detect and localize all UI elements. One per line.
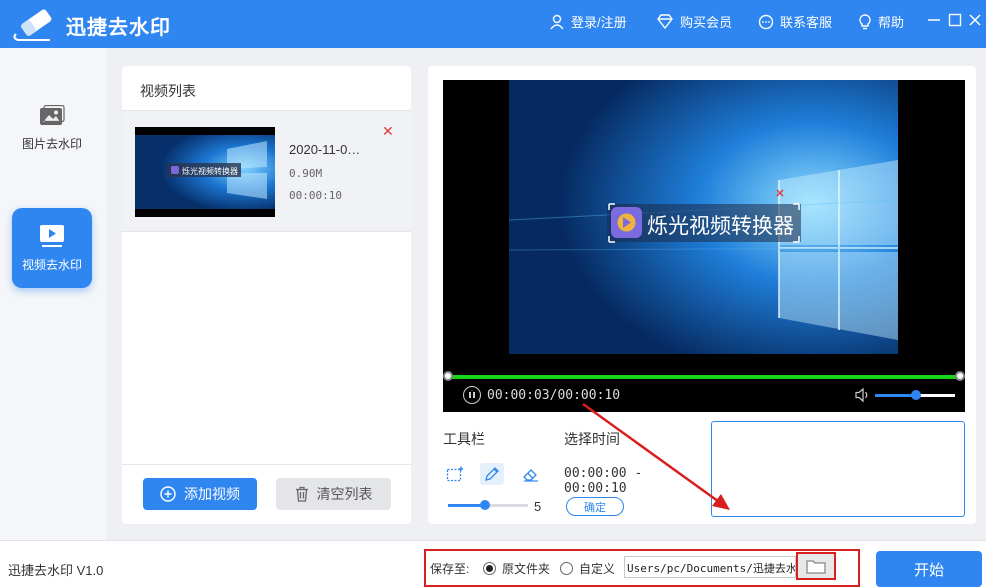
minimize-icon[interactable] xyxy=(926,12,942,28)
user-icon xyxy=(550,14,564,29)
divider xyxy=(122,464,411,465)
progress-start-handle[interactable] xyxy=(443,371,453,381)
video-thumbnail: 烁光视频转换器 xyxy=(135,127,275,217)
eraser-tool[interactable] xyxy=(519,463,543,485)
clear-list-label: 清空列表 xyxy=(316,486,373,502)
eraser-icon xyxy=(523,469,538,482)
video-size: 0.90M xyxy=(289,167,323,180)
select-time-label: 选择时间 xyxy=(564,431,620,447)
login-button[interactable]: 登录/注册 xyxy=(549,12,627,31)
brush-size-value: 5 xyxy=(534,499,542,514)
sidebar-item-video-watermark[interactable]: 视频去水印 xyxy=(12,208,92,288)
title-bar: 迅捷去水印 登录/注册 购买会员 联系客服 帮助 xyxy=(0,0,986,48)
sidebar-item-label: 视频去水印 xyxy=(21,257,82,272)
buy-vip-label: 购买会员 xyxy=(680,15,733,30)
radio-label: 原文件夹 xyxy=(502,562,551,576)
volume-handle[interactable] xyxy=(911,390,921,400)
preview-panel: 烁光视频转换器 00:00:03/00:00:10 工具栏 选择时间 5 00:… xyxy=(428,66,976,524)
sidebar: 图片去水印 视频去水印 xyxy=(0,48,106,540)
video-list-title: 视频列表 xyxy=(140,83,196,99)
thumbnail-watermark-text: 烁光视频转换器 xyxy=(182,167,238,176)
confirm-button[interactable]: 确定 xyxy=(566,497,624,516)
folder-icon xyxy=(806,560,826,574)
bottom-bar: 迅捷去水印 V1.0 保存至: 原文件夹 自定义 Users/pc/Docume… xyxy=(0,540,986,588)
login-label: 登录/注册 xyxy=(571,15,627,30)
save-to-label: 保存至: xyxy=(430,562,470,576)
app-title: 迅捷去水印 xyxy=(66,17,171,39)
sidebar-item-label: 图片去水印 xyxy=(21,136,82,151)
add-video-label: 添加视频 xyxy=(184,486,240,502)
time-range[interactable]: 00:00:00 - 00:00:10 xyxy=(564,466,704,496)
help-button[interactable]: 帮助 xyxy=(858,12,904,31)
add-video-button[interactable]: 添加视频 xyxy=(143,478,257,510)
help-label: 帮助 xyxy=(878,15,905,30)
chat-icon xyxy=(758,14,774,29)
delete-item-icon[interactable]: ✕ xyxy=(382,123,394,140)
radio-custom-folder[interactable]: 自定义 xyxy=(560,560,615,577)
pencil-icon xyxy=(485,467,499,481)
close-icon[interactable] xyxy=(967,12,983,28)
eraser-logo-icon xyxy=(13,9,52,41)
plus-circle-icon xyxy=(160,486,176,502)
version-text: 迅捷去水印 V1.0 xyxy=(8,563,104,578)
toolbar-label: 工具栏 xyxy=(443,431,485,447)
sidebar-item-image-watermark[interactable]: 图片去水印 xyxy=(12,88,92,168)
start-button[interactable]: 开始 xyxy=(876,551,982,587)
video-duration: 00:00:10 xyxy=(289,189,342,202)
brush-size-fill xyxy=(448,504,484,507)
video-player: 烁光视频转换器 00:00:03/00:00:10 xyxy=(443,80,965,412)
save-path-input[interactable]: Users/pc/Documents/迅捷去水印 xyxy=(624,556,796,578)
video-list-panel: 视频列表 烁光视频转换器 2020-11-0… 0.90M 00:00:10 ✕… xyxy=(122,66,411,524)
volume-fill xyxy=(875,394,915,397)
support-button[interactable]: 联系客服 xyxy=(758,12,832,31)
buy-vip-button[interactable]: 购买会员 xyxy=(656,12,732,31)
radio-original-folder[interactable]: 原文件夹 xyxy=(483,560,550,577)
radio-dot xyxy=(483,562,496,575)
volume-icon[interactable] xyxy=(855,387,871,403)
clear-list-button[interactable]: 清空列表 xyxy=(276,478,391,510)
image-icon xyxy=(40,104,65,125)
support-label: 联系客服 xyxy=(780,15,833,30)
bulb-icon xyxy=(859,13,871,29)
video-name: 2020-11-0… xyxy=(289,142,361,157)
radio-label: 自定义 xyxy=(579,562,616,576)
video-frame[interactable]: 烁光视频转换器 xyxy=(509,80,898,354)
video-play-icon xyxy=(40,224,64,247)
trash-icon xyxy=(295,486,308,502)
pause-button[interactable] xyxy=(463,386,481,404)
radio-dot xyxy=(560,562,573,575)
diamond-icon xyxy=(657,13,673,29)
video-watermark-text: 烁光视频转换器 xyxy=(647,215,794,238)
list-item[interactable]: 烁光视频转换器 2020-11-0… 0.90M 00:00:10 ✕ xyxy=(122,111,411,232)
select-rect-icon xyxy=(446,466,464,482)
browse-folder-button[interactable] xyxy=(796,552,836,580)
maximize-icon[interactable] xyxy=(947,12,963,28)
progress-bar[interactable] xyxy=(448,375,960,379)
brush-size-handle[interactable] xyxy=(480,500,490,510)
playback-time: 00:00:03/00:00:10 xyxy=(487,388,621,403)
select-rect-tool[interactable] xyxy=(443,463,467,485)
progress-end-handle[interactable] xyxy=(955,371,965,381)
brush-tool[interactable] xyxy=(480,463,504,485)
watermark-info-box xyxy=(711,421,965,517)
